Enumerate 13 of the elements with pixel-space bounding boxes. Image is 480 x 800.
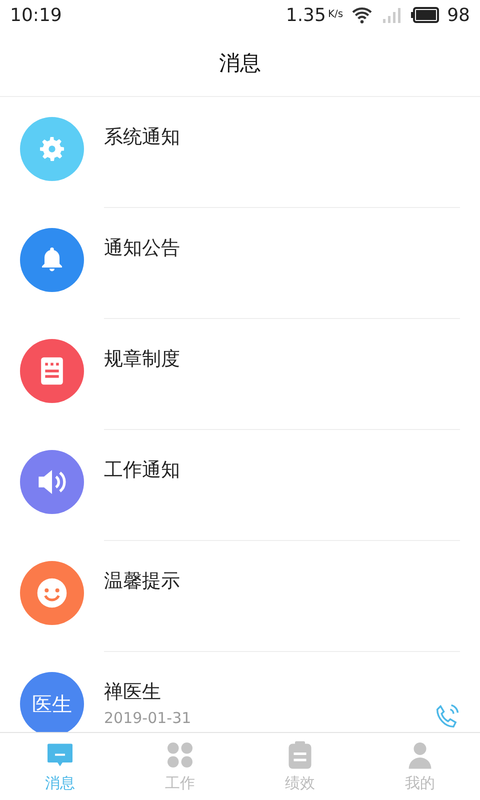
contact-name[interactable]: 禅医生 [104, 679, 434, 705]
network-speed: 1.35 [286, 4, 326, 26]
message-date: 2019-01-31 [104, 709, 192, 727]
message-title[interactable]: 温馨提示 [104, 568, 460, 594]
message-title[interactable]: 规章制度 [104, 346, 460, 372]
time: 10:19 [10, 4, 62, 26]
page-title: 消息 [219, 50, 261, 77]
message-title[interactable]: 工作通知 [104, 457, 460, 483]
battery-level: 98 [447, 4, 470, 26]
avatar: 医生 [20, 672, 84, 732]
message-title[interactable]: 通知公告 [104, 235, 460, 261]
message-title[interactable]: 系统通知 [104, 124, 460, 150]
speed-unit: K/s [328, 8, 344, 20]
